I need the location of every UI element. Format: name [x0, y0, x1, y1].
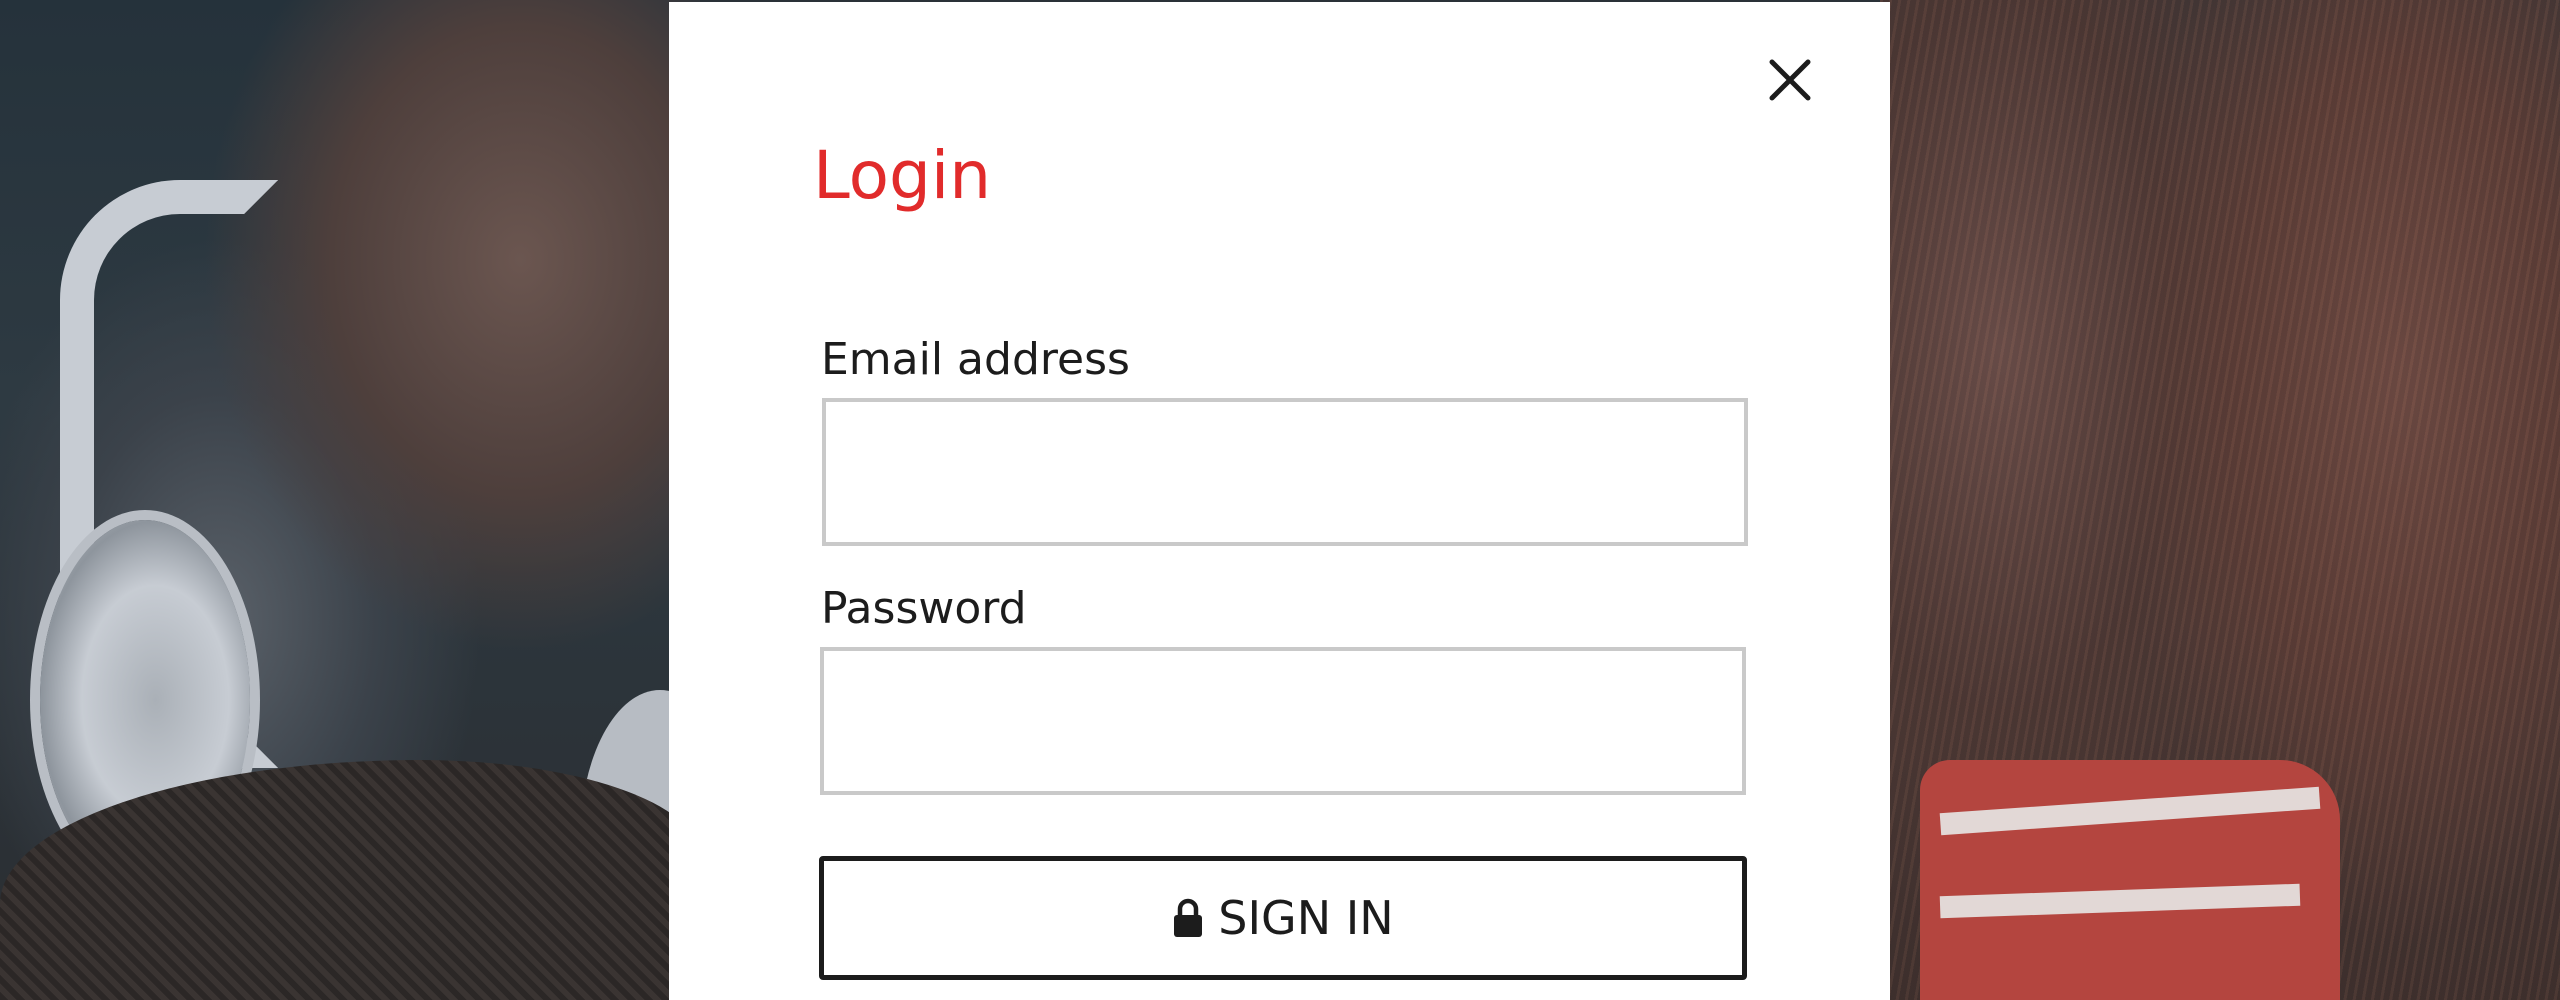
- email-field[interactable]: [822, 398, 1748, 546]
- modal-title: Login: [813, 137, 992, 214]
- email-label: Email address: [821, 334, 1130, 385]
- close-icon[interactable]: [1764, 54, 1816, 106]
- close-button[interactable]: [1764, 54, 1816, 106]
- sign-in-button[interactable]: SIGN IN: [819, 856, 1747, 980]
- lock-icon: [1172, 898, 1204, 938]
- password-field[interactable]: [820, 647, 1746, 795]
- background-photo-left: [0, 0, 740, 1000]
- password-label: Password: [821, 583, 1027, 634]
- login-modal: Login Email address Password SIGN IN: [669, 2, 1890, 1000]
- page: Login Email address Password SIGN IN: [0, 0, 2560, 1000]
- background-photo-right: [1880, 0, 2560, 1000]
- sign-in-label: SIGN IN: [1218, 891, 1394, 945]
